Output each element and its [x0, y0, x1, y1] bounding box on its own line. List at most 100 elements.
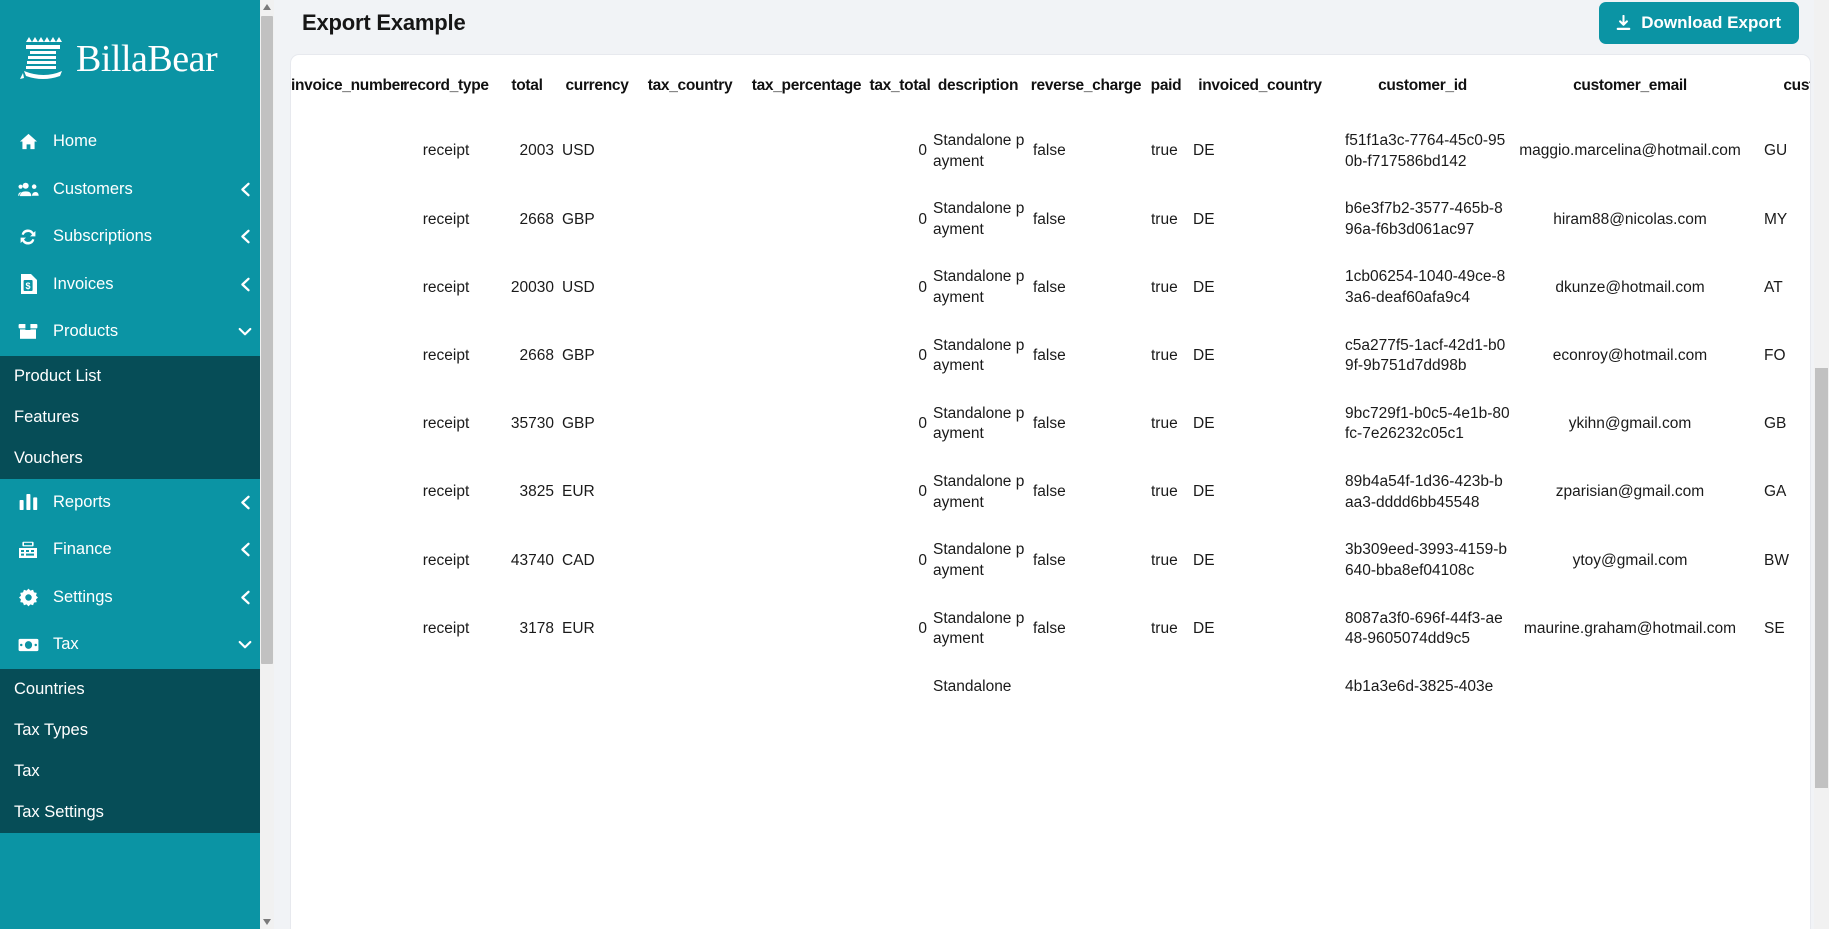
chevron-down-icon[interactable] [238, 325, 252, 339]
cell-reverse-charge: false [1033, 619, 1066, 637]
sidebar-scrollbar[interactable] [260, 0, 274, 929]
cell-record-type: receipt [422, 415, 470, 433]
cell-custom: GA [1764, 483, 1787, 501]
cell-invoice-number [291, 254, 396, 322]
window-scrollbar[interactable] [1814, 0, 1829, 929]
cell-description: Standalone payment [933, 404, 1025, 443]
cell-reverse-charge: false [1033, 278, 1066, 296]
cell-customer-email: ytoy@gmail.com [1572, 551, 1688, 569]
cell-total: 20030 [510, 278, 554, 296]
chevron-left-icon[interactable] [238, 590, 252, 605]
sidebar-item-home[interactable]: Home [0, 118, 274, 166]
sidebar-item-products[interactable]: Products [0, 308, 274, 356]
export-table: invoice_number record_type total currency ta… [291, 55, 1810, 711]
table-row: receipt 2668 GBP 0 Standalone payment false tr… [291, 185, 1810, 254]
chevron-left-icon[interactable] [238, 182, 252, 197]
page-title: Export Example [302, 10, 466, 35]
cell-description: Standalone payment [933, 473, 1025, 511]
cell-reverse-charge: false [1033, 142, 1066, 160]
cell-currency: USD [562, 278, 595, 296]
cell-tax-country [636, 118, 744, 186]
sidebar-scrollbar-thumb[interactable] [261, 16, 273, 664]
cell-description: Standalone payment [933, 336, 1025, 375]
column-header-invoice-number: invoice_number [291, 77, 406, 94]
cell-tax-percentage [744, 254, 869, 322]
cell-total: 35730 [510, 415, 554, 433]
app-root: BillaBear Home Customers Subscriptions $ Inv… [0, 0, 1829, 929]
cell-tax-total: 0 [918, 346, 927, 364]
submenu-item-vouchers[interactable]: Vouchers [0, 438, 274, 479]
cell-description: Standalone payment [933, 541, 1025, 579]
cell-paid: true [1151, 551, 1178, 569]
sidebar-item-label: Reports [53, 492, 111, 511]
sidebar-item-reports[interactable]: Reports [0, 478, 274, 526]
cell-customer-id: 8087a3f0-696f-44f3-ae48-9605074dd9c5 [1345, 609, 1503, 648]
cell-total: 3178 [519, 619, 554, 637]
chevron-left-icon[interactable] [238, 229, 252, 244]
table-row: receipt 20030 USD 0 Standalone payment false t… [291, 253, 1810, 322]
sidebar-item-settings[interactable]: Settings [0, 573, 274, 621]
cell-tax-total [869, 663, 931, 710]
sidebar-item-subscriptions[interactable]: Subscriptions [0, 213, 274, 261]
submenu-item-countries[interactable]: Countries [0, 669, 274, 710]
cell-currency: GBP [562, 346, 595, 364]
cell-invoiced-country: DE [1193, 551, 1215, 569]
column-header-customer-email: customer_email [1573, 77, 1687, 94]
cell-invoiced-country: DE [1193, 278, 1215, 296]
chevron-down-icon[interactable] [238, 638, 252, 652]
cell-customer-id: c5a277f5-1acf-42d1-b09f-9b751d7dd98b [1345, 336, 1506, 375]
cell-custom: BW [1764, 551, 1789, 569]
sidebar-nav: BillaBear Home Customers Subscriptions $ Inv… [0, 0, 274, 929]
cell-description: Standalone payment [933, 200, 1025, 238]
cell-total: 2668 [519, 346, 554, 364]
sidebar-scroll-down-icon[interactable] [260, 915, 274, 929]
download-export-button[interactable]: Download Export [1599, 2, 1799, 44]
chevron-left-icon[interactable] [238, 495, 252, 510]
subscriptions-icon [17, 227, 39, 247]
customers-icon [17, 179, 39, 199]
cell-invoiced-country: DE [1193, 346, 1215, 364]
sidebar-item-customers[interactable]: Customers [0, 165, 274, 213]
cell-customer-email: dkunze@hotmail.com [1555, 278, 1705, 296]
chevron-left-icon[interactable] [238, 542, 252, 557]
chevron-left-icon[interactable] [238, 277, 252, 292]
cell-tax-percentage [744, 186, 869, 254]
export-table-card: invoice_number record_type total currency ta… [290, 54, 1811, 929]
table-body: receipt 2003 USD 0 Standalone payment false tr… [291, 117, 1810, 711]
submenu-item-tax-types[interactable]: Tax Types [0, 710, 274, 751]
submenu-item-features[interactable]: Features [0, 397, 274, 438]
submenu-item-tax[interactable]: Tax [0, 751, 274, 792]
cell-tax-total: 0 [918, 142, 927, 160]
cell-reverse-charge: false [1033, 483, 1066, 501]
column-header-customer-id: customer_id [1378, 77, 1467, 94]
cell-invoice-number [291, 595, 396, 663]
submenu-item-tax-settings[interactable]: Tax Settings [0, 792, 274, 833]
cell-customer-email: maggio.marcelina@hotmail.com [1519, 142, 1741, 160]
cell-custom: MY [1764, 210, 1788, 228]
cell-paid: true [1151, 415, 1178, 433]
sidebar-scroll-up-icon[interactable] [260, 0, 274, 14]
sidebar-item-finance[interactable]: Finance [0, 526, 274, 574]
cell-customer-id: f51f1a3c-7764-45c0-950b-f717586bd142 [1345, 132, 1506, 170]
cell-tax-percentage [744, 118, 869, 186]
column-header-reverse-charge: reverse_charge [1030, 77, 1142, 94]
sidebar-item-tax[interactable]: Tax [0, 621, 274, 669]
submenu-item-product-list[interactable]: Product List [0, 356, 274, 397]
cell-paid: true [1151, 619, 1178, 637]
cell-currency: GBP [562, 210, 595, 228]
sidebar-item-invoices[interactable]: $ Invoices [0, 260, 274, 308]
table-row: receipt 2668 GBP 0 Standalone payment false tr… [291, 322, 1810, 390]
cell-description: Standalone payment [933, 609, 1025, 648]
cell-tax-percentage [744, 527, 869, 595]
cell-currency: USD [562, 142, 595, 160]
sidebar-item-label: Customers [53, 179, 133, 198]
cell-tax-total: 0 [918, 619, 927, 637]
download-icon [1615, 14, 1632, 32]
brand[interactable]: BillaBear [0, 0, 274, 118]
window-scrollbar-thumb[interactable] [1815, 368, 1828, 788]
cell-description: Standalone [933, 677, 1012, 695]
cell-record-type: receipt [422, 210, 470, 228]
cell-custom [1750, 663, 1810, 710]
cell-paid: true [1151, 278, 1178, 296]
column-header-invoiced-country: invoiced_country [1198, 77, 1322, 94]
